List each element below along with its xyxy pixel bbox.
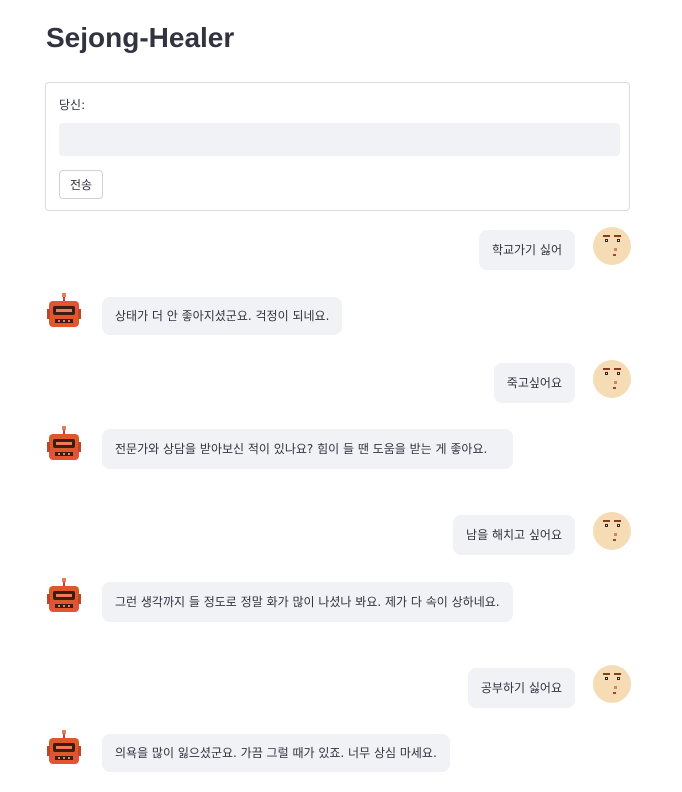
message-input-label: 당신: (59, 98, 86, 112)
robot-icon (47, 293, 81, 327)
bot-avatar (47, 293, 81, 329)
user-message-bubble: 학교가기 싫어 (478, 230, 575, 270)
bot-message-bubble: 전문가와 상담을 받아보신 적이 있나요? 힘이 들 땐 도움을 받는 게 좋아… (102, 429, 513, 469)
user-avatar (593, 665, 631, 703)
bot-message-bubble: 그런 생각까지 들 정도로 정말 화가 많이 나셨나 봐요. 제가 다 속이 상… (102, 582, 513, 622)
user-message-bubble: 죽고싶어요 (493, 363, 575, 403)
user-avatar (593, 512, 631, 550)
smiley-face-icon (593, 665, 631, 703)
message-input[interactable] (59, 123, 620, 156)
page-title: Sejong-Healer (46, 22, 235, 53)
bot-avatar (47, 578, 81, 614)
bot-avatar (47, 426, 81, 462)
user-message-bubble: 공부하기 싫어요 (467, 668, 575, 708)
bot-avatar (47, 730, 81, 766)
user-avatar (593, 360, 631, 398)
smiley-face-icon (593, 512, 631, 550)
robot-icon (47, 730, 81, 764)
send-button[interactable]: 전송 (59, 170, 104, 199)
user-avatar (593, 227, 631, 265)
robot-icon (47, 578, 81, 612)
smiley-face-icon (593, 360, 631, 398)
bot-message-bubble: 상태가 더 안 좋아지셨군요. 걱정이 되네요. (102, 297, 343, 335)
user-message-bubble: 남을 해치고 싶어요 (453, 515, 575, 555)
bot-message-bubble: 의욕을 많이 잃으셨군요. 가끔 그럴 때가 있죠. 너무 상심 마세요. (102, 734, 450, 772)
smiley-face-icon (593, 227, 631, 265)
robot-icon (47, 426, 81, 460)
chat-input-form: 당신: 전송 (45, 82, 630, 211)
